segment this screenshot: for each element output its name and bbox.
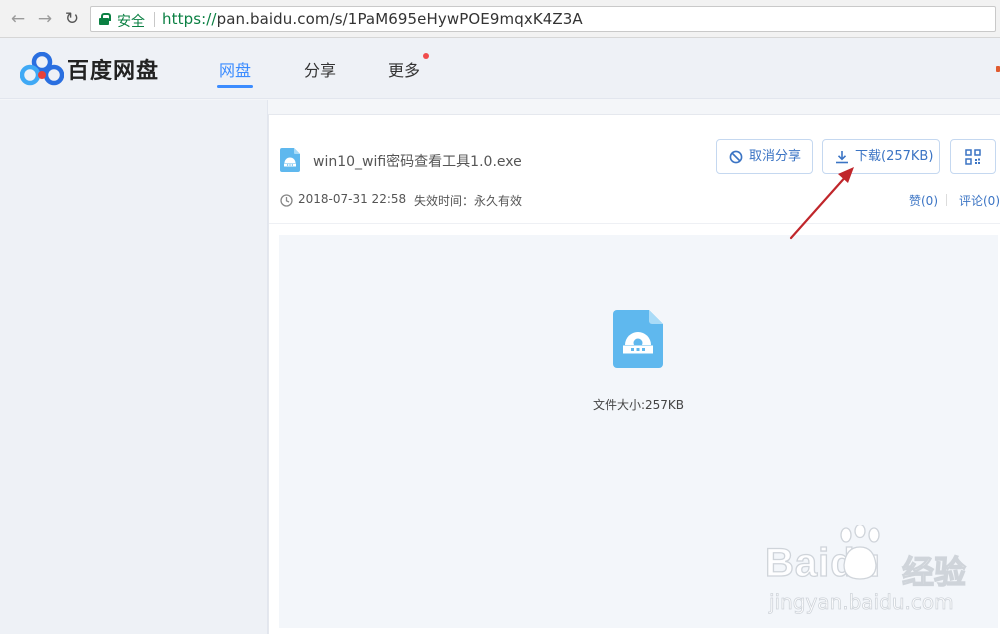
meta-separator [946,194,947,206]
watermark-product: 经验 [901,552,967,591]
qr-code-button[interactable] [950,139,996,174]
security-label: 安全 [117,14,145,30]
site-header: 百度网盘 网盘 分享 更多 [0,38,1000,99]
baidu-cloud-logo[interactable] [20,52,64,86]
watermark-url: jingyan.baidu.com [769,590,954,615]
url-path: pan.baidu.com/s/1PaM695eHywPOE9mqxK4Z3A [216,10,583,28]
back-arrow-icon[interactable]: ← [8,9,28,29]
tab-gengduo[interactable]: 更多 [388,57,420,81]
logo-text[interactable]: 百度网盘 [67,53,159,85]
file-exe-icon [280,148,300,172]
url-scheme: https:// [162,10,217,28]
file-name: win10_wifi密码查看工具1.0.exe [313,154,522,170]
qr-code-icon [965,149,981,165]
url-text[interactable]: https://pan.baidu.com/s/1PaM695eHywPOE9m… [162,10,583,28]
cancel-circle-icon [729,150,743,164]
reload-icon[interactable]: ↻ [62,9,82,29]
file-size: 文件大小:257KB [592,398,685,412]
baidu-jingyan-watermark: Baidu 经验 jingyan.baidu.com [764,525,1000,634]
comment-link[interactable]: 评论(0) [959,192,1000,209]
lock-icon [99,13,111,25]
share-date: 2018-07-31 22:58 [298,192,407,206]
address-bar[interactable]: 安全 https://pan.baidu.com/s/1PaM695eHywPO… [90,6,996,32]
expire-value: 永久有效 [474,194,523,208]
file-exe-icon-large [613,310,663,368]
tab-wangpan[interactable]: 网盘 [219,57,251,81]
expire-label: 失效时间： [414,194,475,208]
forward-arrow-icon[interactable]: → [35,9,55,29]
paw-logo-icon [840,525,880,580]
panel-divider [269,223,1000,224]
browser-toolbar: ← → ↻ 安全 https://pan.baidu.com/s/1PaM695… [0,0,1000,38]
like-link[interactable]: 赞(0) [909,192,938,209]
header-edge-marker [996,66,1000,72]
notification-badge [423,53,429,59]
active-tab-indicator [217,85,253,88]
tab-fenxiang[interactable]: 分享 [304,57,336,81]
clock-icon [280,194,293,207]
left-sidebar [0,100,268,634]
download-label: 下载(257KB) [855,149,934,164]
omnibox-separator [154,12,155,27]
annotation-arrow-icon [789,167,854,240]
